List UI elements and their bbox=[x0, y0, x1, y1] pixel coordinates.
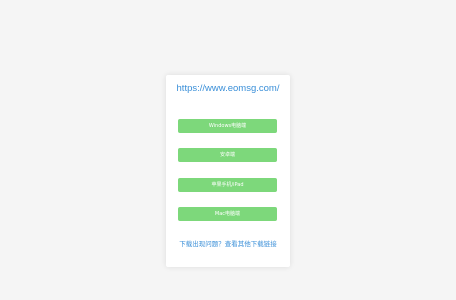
download-android-button[interactable]: 安卓端 bbox=[178, 148, 277, 162]
download-mac-button[interactable]: Mac电脑端 bbox=[178, 207, 277, 221]
download-ios-button[interactable]: 苹果手机/iPad bbox=[178, 178, 277, 192]
other-download-links-link[interactable]: 下载出现问题？查看其他下载链接 bbox=[166, 239, 290, 249]
download-card: https://www.eomsg.com/ Windows电脑端 安卓端 苹果… bbox=[166, 75, 290, 267]
site-url-link[interactable]: https://www.eomsg.com/ bbox=[166, 83, 290, 95]
download-windows-button[interactable]: Windows电脑端 bbox=[178, 119, 277, 133]
